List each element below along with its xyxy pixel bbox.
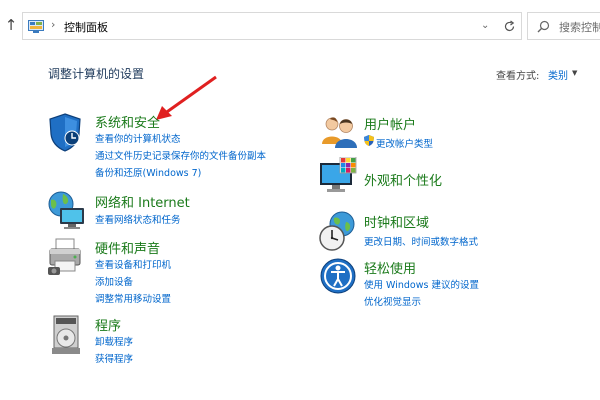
printer-icon[interactable] <box>47 237 85 277</box>
search-icon <box>537 20 550 33</box>
link-view-computer-status[interactable]: 查看你的计算机状态 <box>95 131 181 145</box>
refresh-icon <box>504 20 515 32</box>
path-box[interactable]: › 控制面板 ⌄ <box>22 12 522 40</box>
category-title-system-security[interactable]: 系统和安全 <box>95 112 160 131</box>
link-optimize-visual-display[interactable]: 优化视觉显示 <box>364 294 421 308</box>
annotation-arrow-icon <box>156 75 217 120</box>
uac-shield-icon <box>364 135 374 146</box>
programs-disk-icon[interactable] <box>50 314 84 356</box>
breadcrumb-separator: › <box>51 18 56 31</box>
category-title-user-accounts[interactable]: 用户帐户 <box>364 114 416 133</box>
shield-icon[interactable] <box>48 112 82 152</box>
link-windows-suggested-settings[interactable]: 使用 Windows 建议的设置 <box>364 277 479 291</box>
breadcrumb-control-panel[interactable]: 控制面板 <box>64 19 108 35</box>
monitor-palette-icon[interactable] <box>318 157 358 195</box>
link-mobility-settings[interactable]: 调整常用移动设置 <box>95 291 171 305</box>
category-title-clock-region[interactable]: 时钟和区域 <box>364 212 429 231</box>
link-network-status[interactable]: 查看网络状态和任务 <box>95 212 181 226</box>
clock-globe-icon[interactable] <box>318 210 358 252</box>
chevron-down-icon[interactable]: ▼ <box>572 69 577 77</box>
network-globe-icon[interactable] <box>46 190 86 230</box>
control-panel-icon <box>28 20 44 33</box>
link-get-programs[interactable]: 获得程序 <box>95 351 133 365</box>
link-backup-restore[interactable]: 备份和还原(Windows 7) <box>95 165 201 179</box>
address-bar: ↑ › 控制面板 ⌄ 搜索控制面板 <box>0 0 600 48</box>
category-title-hardware-sound[interactable]: 硬件和声音 <box>95 238 160 257</box>
link-change-account-type[interactable]: 更改帐户类型 <box>376 136 433 150</box>
users-icon[interactable] <box>320 114 358 150</box>
link-uninstall-program[interactable]: 卸载程序 <box>95 334 133 348</box>
link-devices-printers[interactable]: 查看设备和打印机 <box>95 257 171 271</box>
ease-of-access-icon[interactable] <box>320 258 356 294</box>
category-title-appearance[interactable]: 外观和个性化 <box>364 170 442 189</box>
link-change-date-time-format[interactable]: 更改日期、时间或数字格式 <box>364 234 478 248</box>
category-title-network-internet[interactable]: 网络和 Internet <box>95 192 190 211</box>
category-title-ease-of-access[interactable]: 轻松使用 <box>364 258 416 277</box>
up-arrow-icon[interactable]: ↑ <box>3 16 19 34</box>
refresh-button[interactable] <box>497 12 522 40</box>
search-box[interactable]: 搜索控制面板 <box>527 12 600 40</box>
view-by-label: 查看方式: <box>496 71 540 82</box>
chevron-down-icon[interactable]: ⌄ <box>481 20 489 31</box>
category-title-programs[interactable]: 程序 <box>95 315 121 334</box>
search-input[interactable]: 搜索控制面板 <box>559 19 600 35</box>
link-file-history-backup[interactable]: 通过文件历史记录保存你的文件备份副本 <box>95 148 266 162</box>
link-add-device[interactable]: 添加设备 <box>95 274 133 288</box>
view-by-dropdown[interactable]: 类别 <box>548 67 568 82</box>
page-title: 调整计算机的设置 <box>48 67 145 81</box>
